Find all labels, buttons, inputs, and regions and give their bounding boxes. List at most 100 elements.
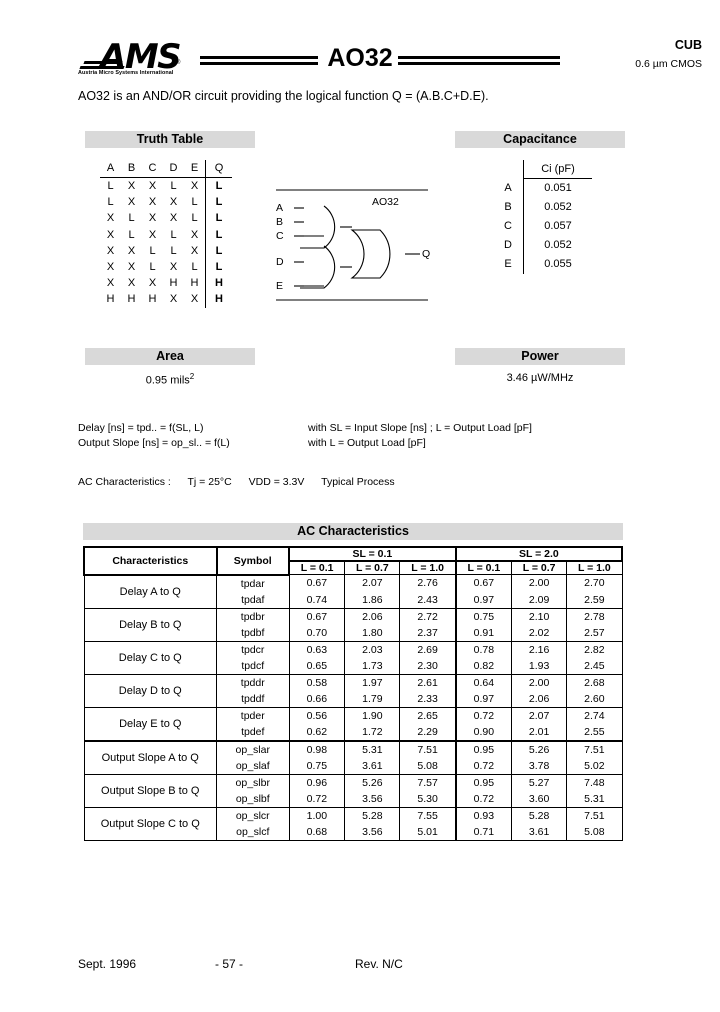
truth-table-col-c: C — [142, 160, 163, 178]
ac-value-fall: 2.29 — [399, 723, 457, 741]
truth-table-cell: L — [128, 228, 135, 241]
ac-value-fall: 0.97 — [454, 690, 512, 708]
ac-symbol-fall: op_slbf — [216, 790, 290, 808]
capacitance-pin: D — [504, 239, 512, 251]
ac-value-rise: 2.68 — [566, 673, 623, 691]
truth-table-row: XLXXLL — [100, 210, 232, 227]
ac-table-row: Output Slope C to Qop_slcr 1.00 5.28 7.55 0.… — [83, 806, 623, 841]
ac-value-fall: 1.93 — [510, 657, 568, 675]
truth-table-cell: X — [169, 196, 178, 209]
truth-table-cell: X — [106, 277, 115, 290]
truth-table-cell: H — [169, 277, 178, 290]
truth-table-cell: X — [190, 293, 199, 306]
capacitance-pin: C — [504, 220, 512, 232]
ac-value-fall: 2.57 — [566, 624, 623, 642]
ac-symbol-rise: op_slcr — [216, 806, 290, 824]
section-header-power: Power — [455, 348, 625, 365]
ac-conditions: AC Characteristics : Tj = 25°C VDD = 3.3… — [78, 476, 409, 488]
ac-value-rise: 5.28 — [344, 806, 401, 824]
section-header-capacitance: Capacitance — [455, 131, 625, 148]
ac-value-rise: 7.57 — [399, 773, 457, 791]
ac-value-fall: 0.62 — [288, 723, 346, 741]
truth-table-cell: X — [148, 228, 157, 241]
section-header-area: Area — [85, 348, 255, 365]
ac-value-fall: 0.75 — [288, 757, 346, 775]
truth-table-cell: X — [127, 261, 136, 274]
ac-value-rise: 0.63 — [288, 640, 346, 658]
ac-value-rise: 2.16 — [510, 640, 568, 658]
page-header: AMS ® Austria Micro Systems Internationa… — [0, 18, 720, 76]
truth-table-row: LXXXLL — [100, 194, 232, 211]
ac-value-rise: 2.70 — [566, 574, 623, 592]
ac-value-fall: 5.02 — [566, 757, 623, 775]
ac-value-fall: 3.56 — [344, 823, 401, 841]
diagram-input-d: D — [276, 256, 284, 268]
capacitance-value: 0.055 — [523, 255, 592, 274]
capacitance-header-row: Ci (pF) — [493, 160, 592, 179]
ac-table-group-header-row: Characteristics Symbol SL = 0.1 SL = 2.0 — [83, 546, 624, 576]
ac-symbol-rise: tpdar — [216, 574, 290, 592]
truth-table-cell: L — [149, 244, 156, 257]
ac-load-header: L = 0.1 — [288, 560, 346, 575]
logic-diagram: A B C D E Q AO32 — [272, 186, 432, 304]
truth-table-cell: H — [106, 293, 115, 306]
truth-table-col-a: A — [100, 160, 121, 178]
area-unit-exponent: 2 — [189, 372, 195, 381]
truth-table-cell: L — [170, 180, 177, 192]
ac-symbol-fall: tpddf — [216, 690, 290, 708]
truth-table-cell: H — [190, 277, 199, 290]
diagram-part-label: AO32 — [372, 196, 399, 208]
delay-notes: Delay [ns] = tpd.. = f(SL, L) with SL = … — [78, 421, 532, 450]
ac-table-row: Delay E to Qtpder 0.56 1.90 2.65 0.72 2.07 2.7… — [83, 706, 623, 741]
ac-row-characteristic: Delay C to Q — [83, 640, 217, 675]
ac-group-header-2: SL = 2.0 — [454, 546, 624, 562]
ac-symbol-rise: tpdcr — [216, 640, 290, 658]
process-label: 0.6 µm CMOS — [635, 58, 702, 70]
truth-table-cell: L — [205, 177, 232, 195]
truth-table-cell: L — [205, 259, 232, 276]
truth-table-cell: L — [191, 196, 198, 209]
truth-table-cell: X — [127, 244, 136, 257]
capacitance-row: E 0.055 — [493, 255, 592, 274]
ac-value-fall: 0.82 — [454, 657, 512, 675]
ac-value-fall: 1.79 — [344, 690, 401, 708]
truth-table-cell: H — [148, 293, 157, 306]
ac-load-header: L = 0.1 — [454, 560, 512, 575]
ac-value-fall: 0.91 — [454, 624, 512, 642]
capacitance-row: C 0.057 — [493, 217, 592, 236]
truth-table-row: XLXLXL — [100, 226, 232, 243]
truth-table-cell: L — [191, 261, 198, 274]
ac-value-fall: 2.33 — [399, 690, 457, 708]
ac-symbol-fall: tpdaf — [216, 591, 290, 609]
ac-row-characteristic: Delay D to Q — [83, 673, 217, 708]
ac-value-fall: 3.61 — [510, 823, 568, 841]
ac-symbol-rise: tpdbr — [216, 607, 290, 625]
ac-value-fall: 1.73 — [344, 657, 401, 675]
ac-load-header: L = 1.0 — [399, 560, 457, 575]
ac-value-fall: 0.97 — [454, 591, 512, 609]
ac-value-rise: 7.51 — [566, 739, 623, 758]
truth-table-row: HHHXXH — [100, 291, 232, 308]
ac-load-header: L = 1.0 — [566, 560, 623, 575]
datasheet-page: AMS ® Austria Micro Systems Internationa… — [0, 0, 720, 1012]
ac-value-rise: 2.72 — [399, 607, 457, 625]
ac-value-rise: 0.67 — [288, 574, 346, 592]
section-header-truth-table: Truth Table — [85, 131, 255, 148]
ac-load-header: L = 0.7 — [510, 560, 568, 575]
note-delay-conditions: with SL = Input Slope [ns] ; L = Output … — [308, 422, 532, 434]
note-delay-formula: Delay [ns] = tpd.. = f(SL, L) — [78, 422, 204, 434]
ac-value-rise: 1.00 — [288, 806, 346, 824]
ac-value-fall: 1.80 — [344, 624, 401, 642]
truth-table-cell: L — [170, 228, 177, 241]
ac-symbol-fall: op_slaf — [216, 757, 290, 775]
truth-table-cell: L — [205, 226, 232, 243]
ac-value-rise: 0.67 — [454, 574, 512, 592]
truth-table-cell: X — [148, 212, 157, 225]
truth-table-cell: X — [148, 180, 157, 192]
truth-table-cell: L — [205, 194, 232, 211]
truth-table-cell: X — [106, 244, 115, 257]
capacitance-value: 0.052 — [523, 236, 592, 255]
ac-table-row: Delay D to Qtpddr 0.58 1.97 2.61 0.64 2.00 2.6… — [83, 673, 623, 708]
ac-table-row: Output Slope A to Qop_slar 0.98 5.31 7.51 0.… — [83, 739, 623, 775]
ac-value-fall: 5.31 — [566, 790, 623, 808]
